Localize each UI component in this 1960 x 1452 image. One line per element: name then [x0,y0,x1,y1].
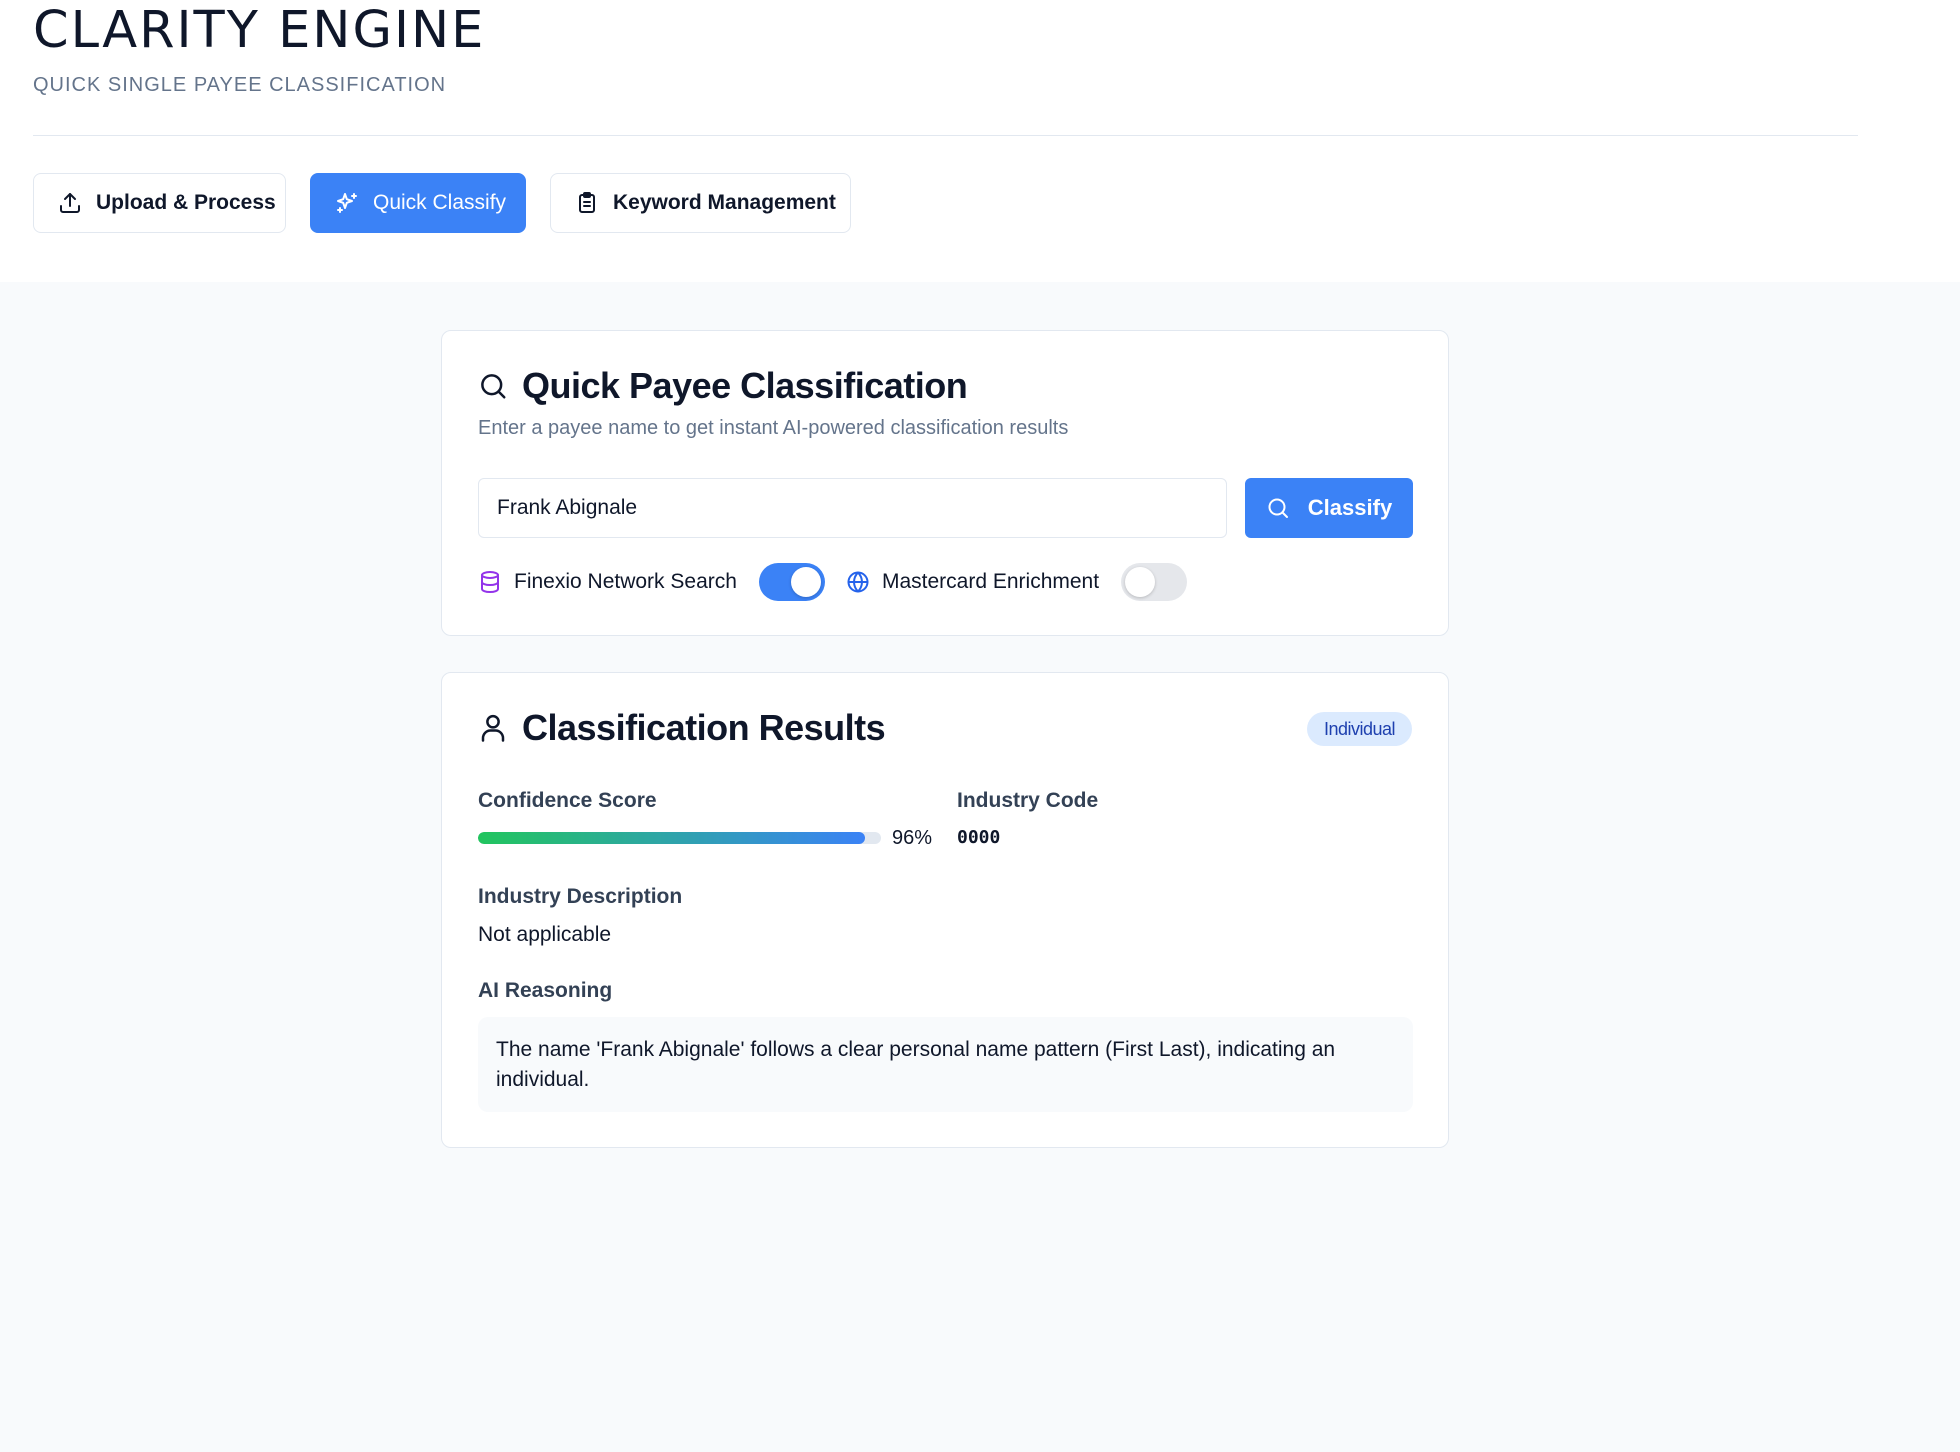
ai-reasoning-label: AI Reasoning [478,979,613,1002]
card-description: Enter a payee name to get instant AI-pow… [478,417,1069,439]
card-title: Quick Payee Classification [478,365,968,407]
option-label: Finexio Network Search [514,570,737,593]
globe-icon [846,570,870,594]
tab-keyword-management[interactable]: Keyword Management [550,173,851,233]
classification-results-card: Classification Results Individual Confid… [441,672,1449,1148]
quick-classification-card: Quick Payee Classification Enter a payee… [441,330,1449,636]
option-finexio-network-search: Finexio Network Search [478,563,825,601]
app-title: CLARITY ENGINE [33,1,486,60]
industry-description-label: Industry Description [478,885,683,908]
toggle-knob [790,567,821,597]
app-subtitle: QUICK SINGLE PAYEE CLASSIFICATION [33,74,447,96]
search-icon [1266,496,1290,520]
industry-code-value: 0000 [957,827,1001,848]
industry-code-label: Industry Code [957,789,1099,812]
mastercard-enrichment-toggle[interactable] [1121,563,1188,601]
card-title: Classification Results [478,707,886,749]
tab-upload-process[interactable]: Upload & Process [33,173,286,233]
tab-label: Upload & Process [96,191,276,214]
database-icon [478,570,502,594]
ai-reasoning-text: The name 'Frank Abignale' follows a clea… [478,1017,1413,1112]
classify-button[interactable]: Classify [1245,478,1413,538]
toggle-knob [1125,567,1156,597]
user-icon [478,713,508,743]
classification-badge: Individual [1306,712,1412,746]
upload-icon [58,191,82,215]
clipboard-icon [575,191,599,215]
app-header: CLARITY ENGINE QUICK SINGLE PAYEE CLASSI… [0,0,1960,282]
industry-description-value: Not applicable [478,923,612,946]
option-mastercard-enrichment: Mastercard Enrichment [846,563,1188,601]
confidence-progress-fill [478,832,865,844]
tab-label: Keyword Management [613,191,836,214]
finexio-network-search-toggle[interactable] [758,563,825,601]
tab-label: Quick Classify [373,191,507,214]
confidence-score-value: 96% [892,827,933,849]
search-icon [478,371,508,401]
tab-quick-classify[interactable]: Quick Classify [310,173,526,233]
payee-name-input[interactable] [478,478,1227,538]
sparkles-icon [335,191,359,215]
card-title-text: Quick Payee Classification [522,365,968,406]
confidence-progress-bar [478,832,881,844]
classify-button-label: Classify [1307,495,1393,520]
card-title-text: Classification Results [522,707,886,748]
option-label: Mastercard Enrichment [882,570,1100,593]
confidence-score-label: Confidence Score [478,789,657,812]
header-divider [33,135,1858,136]
